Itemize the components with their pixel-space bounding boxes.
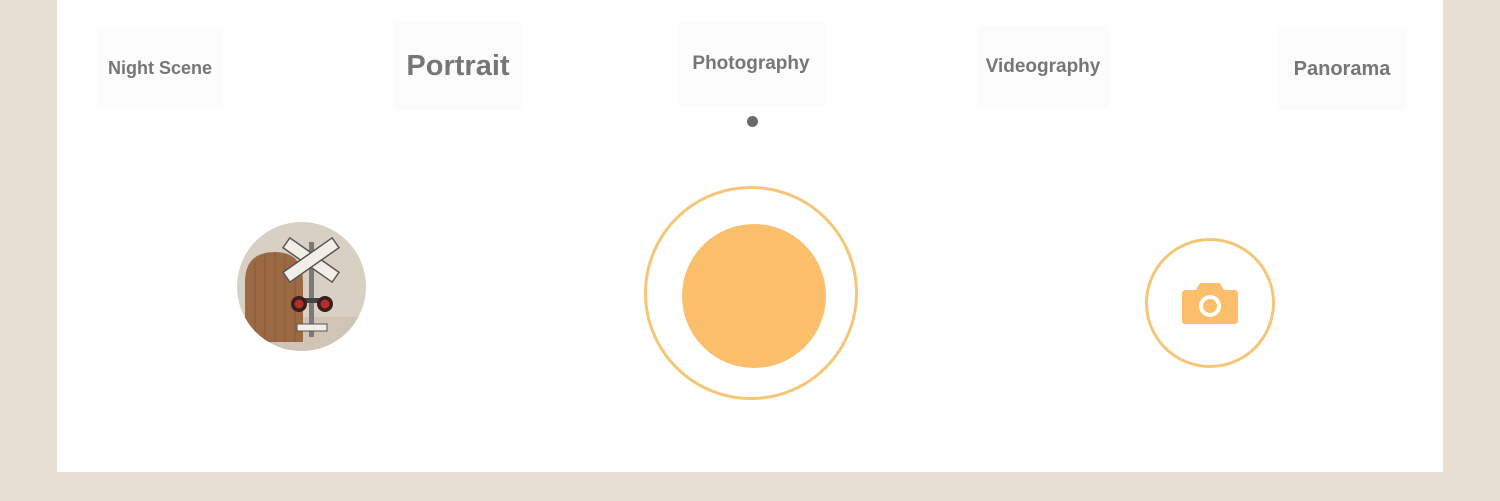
mode-videography-label: Videography [985,56,1101,77]
shutter-button[interactable] [644,186,858,400]
mode-portrait-label: Portrait [406,49,510,82]
mode-videography[interactable]: Videography [977,26,1109,108]
switch-camera-button[interactable] [1145,238,1275,368]
camera-control-panel: Night Scene Portrait Photography Videogr… [57,0,1443,472]
mode-portrait[interactable]: Portrait [393,22,523,110]
selected-mode-indicator [747,116,758,127]
mode-night-scene-label: Night Scene [107,57,213,78]
mode-night-scene[interactable]: Night Scene [97,28,223,108]
mode-panorama-label: Panorama [1293,57,1391,80]
camera-icon [1182,283,1238,324]
mode-panorama[interactable]: Panorama [1277,28,1407,110]
gallery-thumbnail-button[interactable] [237,222,366,351]
mode-photography[interactable]: Photography [677,22,825,106]
shutter-button-icon [682,224,826,368]
photo-thumbnail-icon [237,222,366,351]
mode-photography-label: Photography [692,53,810,74]
